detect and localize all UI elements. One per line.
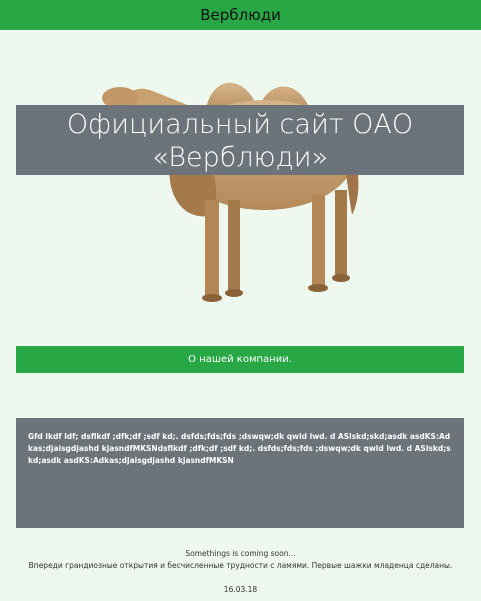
hero-title-line2: «Верблюди» (151, 142, 329, 173)
page-footer: Somethings is coming soon... Впереди гра… (0, 548, 481, 596)
footer-coming-soon: Somethings is coming soon... (185, 549, 296, 558)
footer-description: Впереди грандиозные открытия и бесчислен… (28, 561, 453, 570)
content-text: Gfd lkdf ldf; dsflkdf ;dfk;df ;sdf kd;. … (28, 432, 451, 465)
footer-date: 16.03.18 (223, 585, 258, 594)
site-title: Верблюди (200, 6, 281, 24)
about-label: О нашей компании. (188, 354, 292, 365)
site-header: Верблюди (0, 0, 481, 30)
content-panel: Gfd lkdf ldf; dsflkdf ;dfk;df ;sdf kd;. … (16, 418, 464, 528)
hero-image (0, 60, 481, 320)
about-section-header[interactable]: О нашей компании. (16, 346, 464, 373)
hero-title-line1: Официальный сайт ОАО (66, 109, 414, 140)
hero-title-band: Официальный сайт ОАО «Верблюди» (16, 105, 464, 175)
camel-illustration (102, 82, 359, 302)
